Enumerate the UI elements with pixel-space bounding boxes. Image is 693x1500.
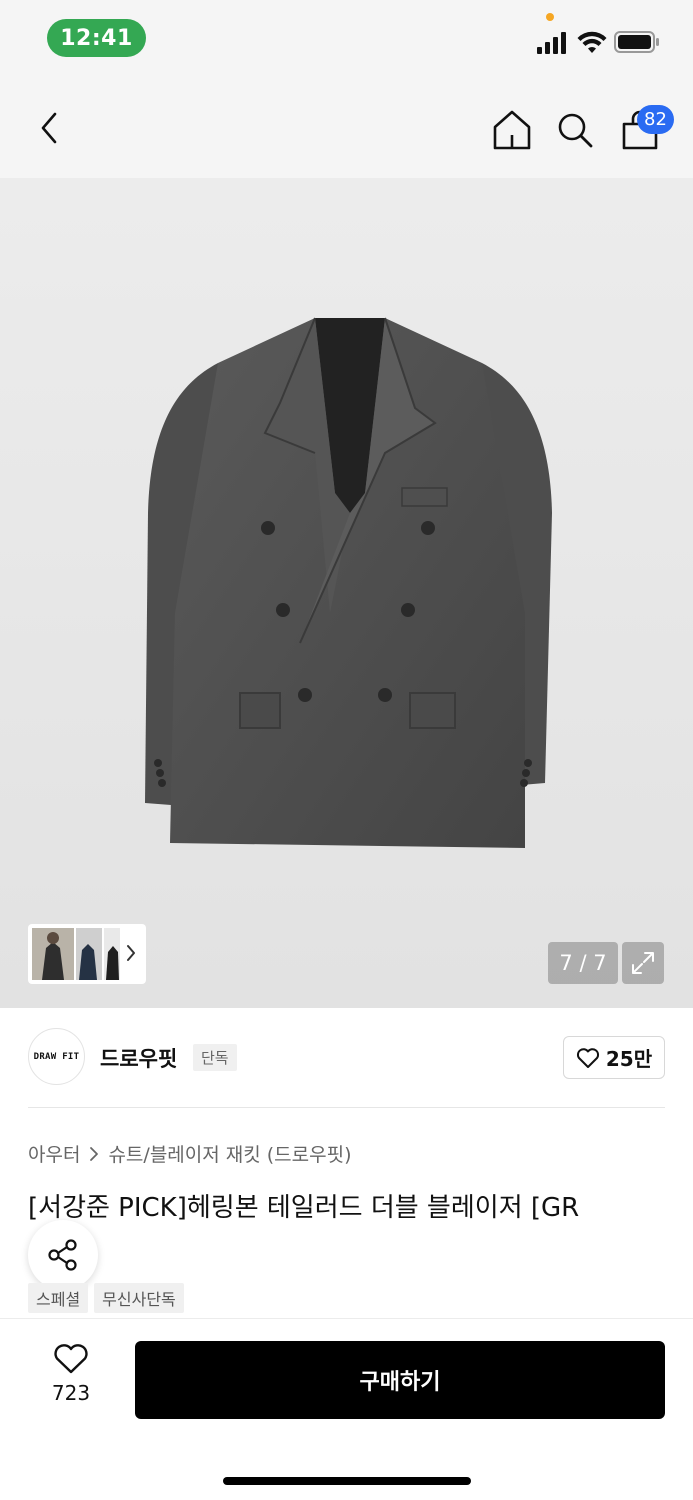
chevron-left-icon bbox=[41, 112, 57, 144]
back-button[interactable] bbox=[26, 104, 74, 152]
breadcrumb-subcategory[interactable]: 슈트/블레이저 재킷 (드로우핏) bbox=[108, 1140, 351, 1167]
home-button[interactable] bbox=[488, 104, 536, 156]
product-title: [서강준 PICK]헤링본 테일러드 더블 블레이저 [GR bbox=[28, 1193, 580, 1223]
product-tag: 스페셜 bbox=[28, 1283, 89, 1313]
product-image-jacket bbox=[145, 317, 552, 848]
wishlist-button[interactable]: 723 bbox=[40, 1343, 102, 1413]
brand-like-count: 25만 bbox=[605, 1047, 653, 1071]
battery-icon bbox=[614, 31, 659, 53]
brand-like-button[interactable]: 25만 bbox=[563, 1036, 665, 1079]
brand-name[interactable]: 드로우핏 bbox=[100, 1043, 177, 1073]
status-time: 12:41 bbox=[47, 19, 146, 57]
gallery-thumbnail-strip[interactable] bbox=[28, 924, 146, 984]
brand-exclusive-tag: 단독 bbox=[193, 1044, 237, 1071]
heart-icon bbox=[576, 1047, 599, 1068]
bottom-action-bar: 723 구매하기 bbox=[0, 1318, 693, 1500]
chevron-right-icon bbox=[90, 1146, 99, 1161]
signal-icon bbox=[537, 32, 566, 54]
home-icon bbox=[493, 110, 531, 150]
expand-image-button[interactable] bbox=[622, 942, 664, 984]
chevron-right-icon bbox=[127, 945, 135, 961]
thumbnail-images bbox=[32, 928, 120, 980]
heart-icon bbox=[54, 1344, 88, 1374]
home-indicator[interactable] bbox=[223, 1477, 471, 1485]
breadcrumb: 아우터 슈트/블레이저 재킷 (드로우핏) bbox=[28, 1140, 352, 1167]
breadcrumb-category[interactable]: 아우터 bbox=[28, 1140, 80, 1167]
status-bar: 12:41 bbox=[0, 0, 693, 78]
section-divider bbox=[28, 1107, 665, 1108]
product-tag: 무신사단독 bbox=[94, 1283, 184, 1313]
search-icon bbox=[558, 113, 593, 148]
gallery-page-indicator: 7 / 7 bbox=[548, 942, 618, 984]
wifi-icon bbox=[577, 31, 607, 53]
brand-logo[interactable]: DRAW FIT bbox=[28, 1028, 85, 1085]
expand-icon bbox=[632, 952, 654, 974]
brand-row: DRAW FIT 드로우핏 단독 25만 bbox=[28, 1028, 665, 1088]
buy-button[interactable]: 구매하기 bbox=[135, 1341, 665, 1419]
product-tags: 스페셜 무신사단독 bbox=[28, 1283, 184, 1313]
cart-count-badge: 82 bbox=[637, 105, 674, 134]
share-button[interactable] bbox=[28, 1220, 98, 1290]
top-nav-bar bbox=[0, 78, 693, 178]
share-icon bbox=[48, 1239, 77, 1271]
search-button[interactable] bbox=[551, 104, 599, 156]
product-image-gallery[interactable]: 7 / 7 bbox=[0, 178, 693, 1008]
privacy-indicator-dot bbox=[546, 13, 554, 21]
wishlist-count: 723 bbox=[51, 1381, 91, 1405]
